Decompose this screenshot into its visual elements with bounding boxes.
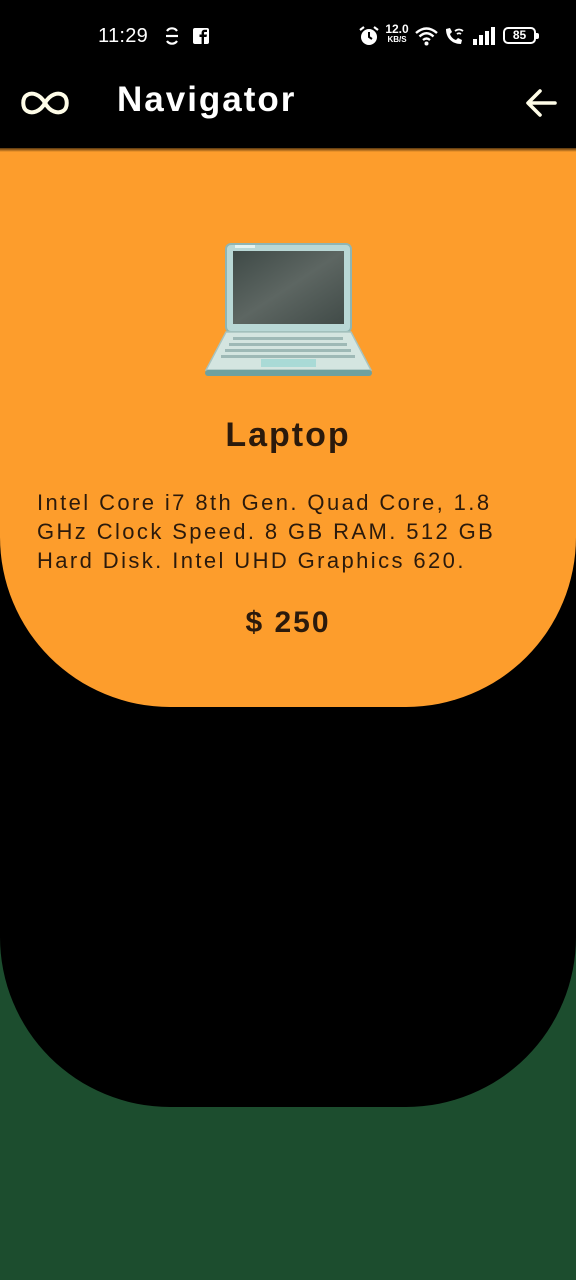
app-title: Navigator	[117, 80, 297, 119]
network-speed-unit: KB/S	[387, 35, 407, 44]
network-speed-value: 12.0	[385, 22, 409, 36]
infinity-icon[interactable]	[18, 88, 72, 118]
product-name: Laptop	[225, 416, 351, 454]
product-description: Intel Core i7 8th Gen. Quad Core, 1.8 GH…	[37, 490, 496, 573]
screen: 11:29 12.0 KB/S 85 Navigator Laptop Inte…	[0, 0, 576, 1280]
product-card[interactable]: Laptop Intel Core i7 8th Gen. Quad Core,…	[0, 148, 576, 707]
arrow-left-icon[interactable]	[524, 86, 558, 120]
network-speed: 12.0 KB/S	[383, 22, 411, 44]
alarm-icon	[359, 26, 379, 45]
sync-icon	[166, 27, 178, 45]
wifi-call-icon	[446, 28, 464, 44]
signal-icon	[473, 27, 495, 45]
app-bar-shadow	[0, 146, 576, 152]
product-price: $ 250	[245, 606, 331, 639]
wifi-icon	[415, 27, 438, 46]
status-time: 11:29	[98, 25, 149, 47]
status-bar: 11:29 12.0 KB/S 85	[0, 0, 576, 72]
battery-icon: 85	[503, 27, 539, 44]
app-bar: Navigator	[0, 72, 576, 148]
laptop-icon	[204, 243, 373, 376]
facebook-icon	[193, 28, 209, 44]
